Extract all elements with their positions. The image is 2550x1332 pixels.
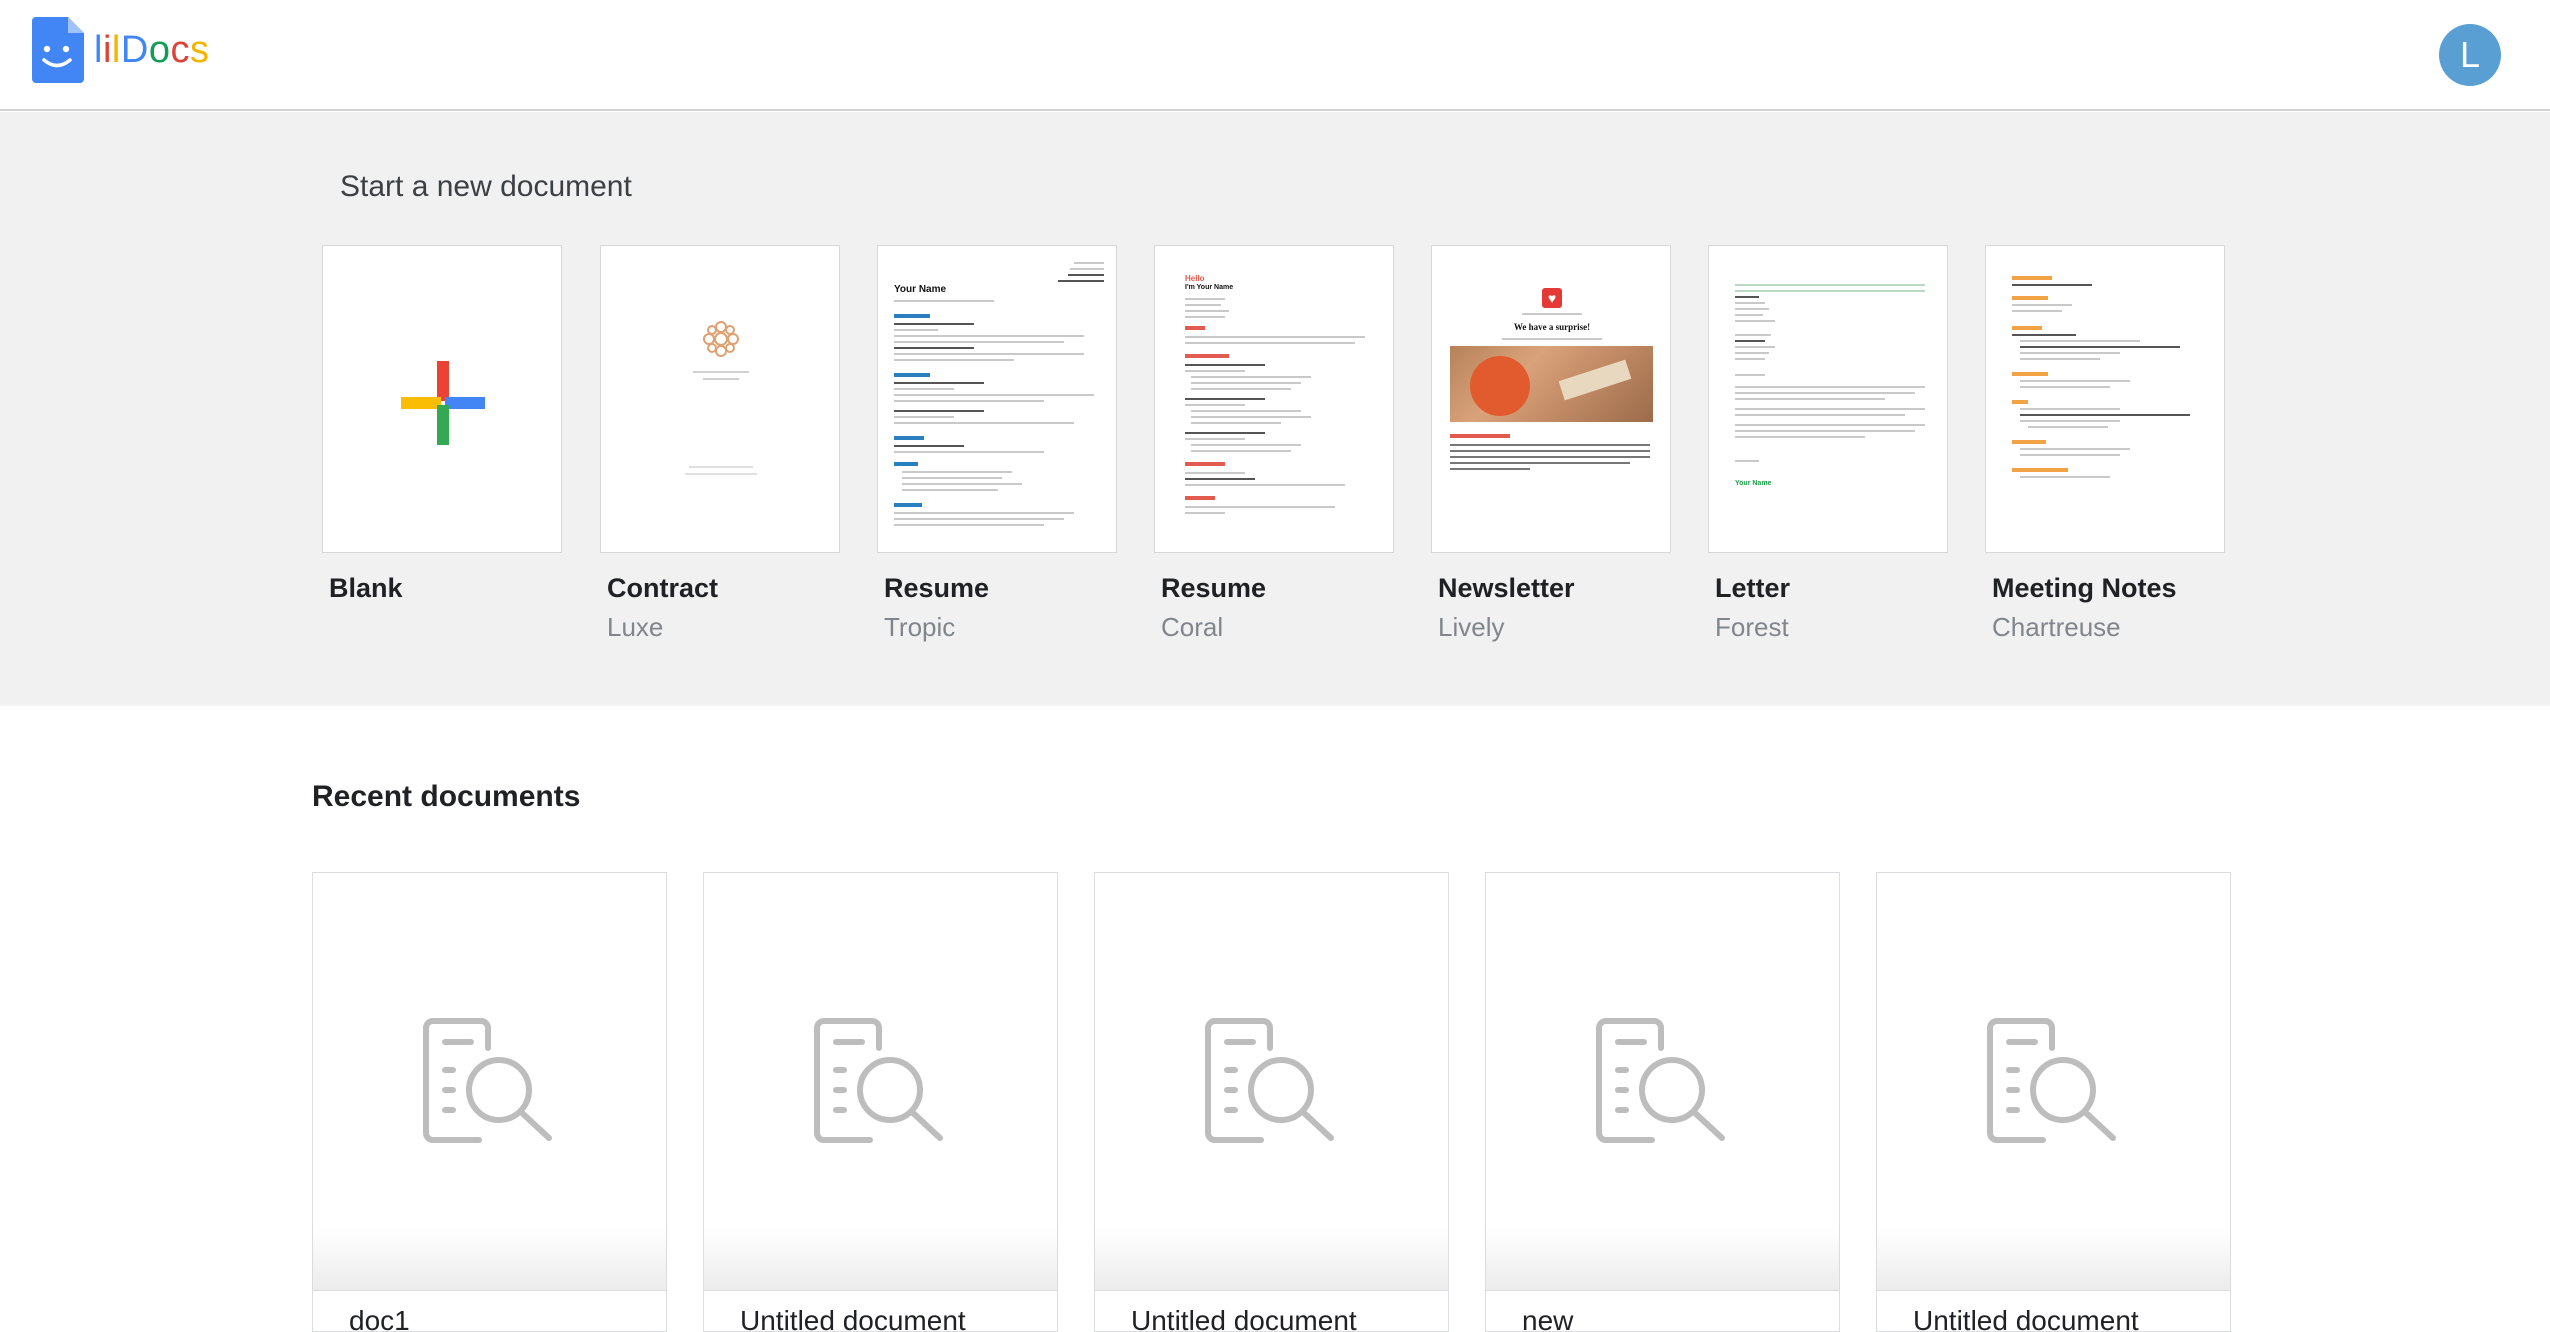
template-gallery: Start a new document Blank Contract Luxe… [0,112,2550,706]
document-title: new [1522,1305,1574,1332]
template-style: Forest [1715,612,1789,642]
template-style: Luxe [607,612,664,642]
newsletter-photo [1450,346,1653,422]
recent-heading: Recent documents [312,780,581,813]
template-resume-tropic[interactable]: Your Name Resume Tropic [877,245,1117,643]
heart-icon: ♥ [1542,288,1562,308]
template-thumbnail[interactable] [600,245,840,553]
user-avatar[interactable]: L [2439,24,2501,86]
app-header: lilDocs L [0,0,2550,111]
recent-document[interactable]: doc1 [312,872,667,1332]
recent-document[interactable]: Untitled document [1094,872,1449,1332]
template-thumbnail[interactable]: Your Name [877,245,1117,553]
template-name: Blank [329,573,403,603]
document-preview [313,873,666,1291]
templates-heading: Start a new document [340,170,632,203]
template-name: Resume [1161,573,1267,603]
template-name: Newsletter [1438,573,1575,603]
template-name: Contract [607,573,719,603]
template-meeting-notes-chartreuse[interactable]: Meeting Notes Chartreuse [1985,245,2225,643]
thumb-headline: We have a surprise! [1513,322,1591,332]
document-title: Untitled document [740,1305,966,1332]
template-letter-forest[interactable]: Your Name Letter Forest [1708,245,1948,643]
template-newsletter-lively[interactable]: ♥ We have a surprise! Newsletter Lively [1431,245,1671,643]
template-thumbnail[interactable] [322,245,562,553]
template-style: Chartreuse [1992,612,2121,642]
template-resume-coral[interactable]: Hello I'm Your Name Resume Coral [1154,245,1394,643]
document-search-icon [1595,1017,1725,1143]
template-name: Meeting Notes [1992,573,2177,603]
thumb-name: Your Name [894,284,947,295]
template-blank[interactable]: Blank [322,245,562,612]
document-title: doc1 [349,1305,410,1332]
thumb-hello: Hello [1185,274,1205,283]
ornament-icon [703,321,739,357]
template-name: Resume [884,573,990,603]
document-preview [704,873,1057,1291]
app-logo[interactable]: lilDocs [32,17,209,83]
document-preview [1877,873,2230,1291]
plus-icon [401,361,485,445]
template-thumbnail[interactable]: Your Name [1708,245,1948,553]
document-title: Untitled document [1913,1305,2139,1332]
document-search-icon [1986,1017,2116,1143]
template-style: Tropic [884,612,956,642]
template-thumbnail[interactable] [1985,245,2225,553]
document-search-icon [422,1017,552,1143]
thumb-signature: Your Name [1735,480,1772,487]
docs-logo-icon [32,17,84,83]
template-contract-luxe[interactable]: Contract Luxe [600,245,840,643]
thumb-name: I'm Your Name [1185,284,1234,291]
document-search-icon [1204,1017,1334,1143]
document-preview [1095,873,1448,1291]
recent-document[interactable]: Untitled document [703,872,1058,1332]
document-title: Untitled document [1131,1305,1357,1332]
app-name: lilDocs [94,29,210,71]
template-thumbnail[interactable]: ♥ We have a surprise! [1431,245,1671,553]
template-thumbnail[interactable]: Hello I'm Your Name [1154,245,1394,553]
document-preview [1486,873,1839,1291]
template-style: Coral [1161,612,1224,642]
template-name: Letter [1715,573,1791,603]
document-search-icon [813,1017,943,1143]
avatar-letter: L [2459,34,2481,75]
template-style: Lively [1438,612,1505,642]
recent-document[interactable]: Untitled document [1876,872,2231,1332]
recent-document[interactable]: new [1485,872,1840,1332]
